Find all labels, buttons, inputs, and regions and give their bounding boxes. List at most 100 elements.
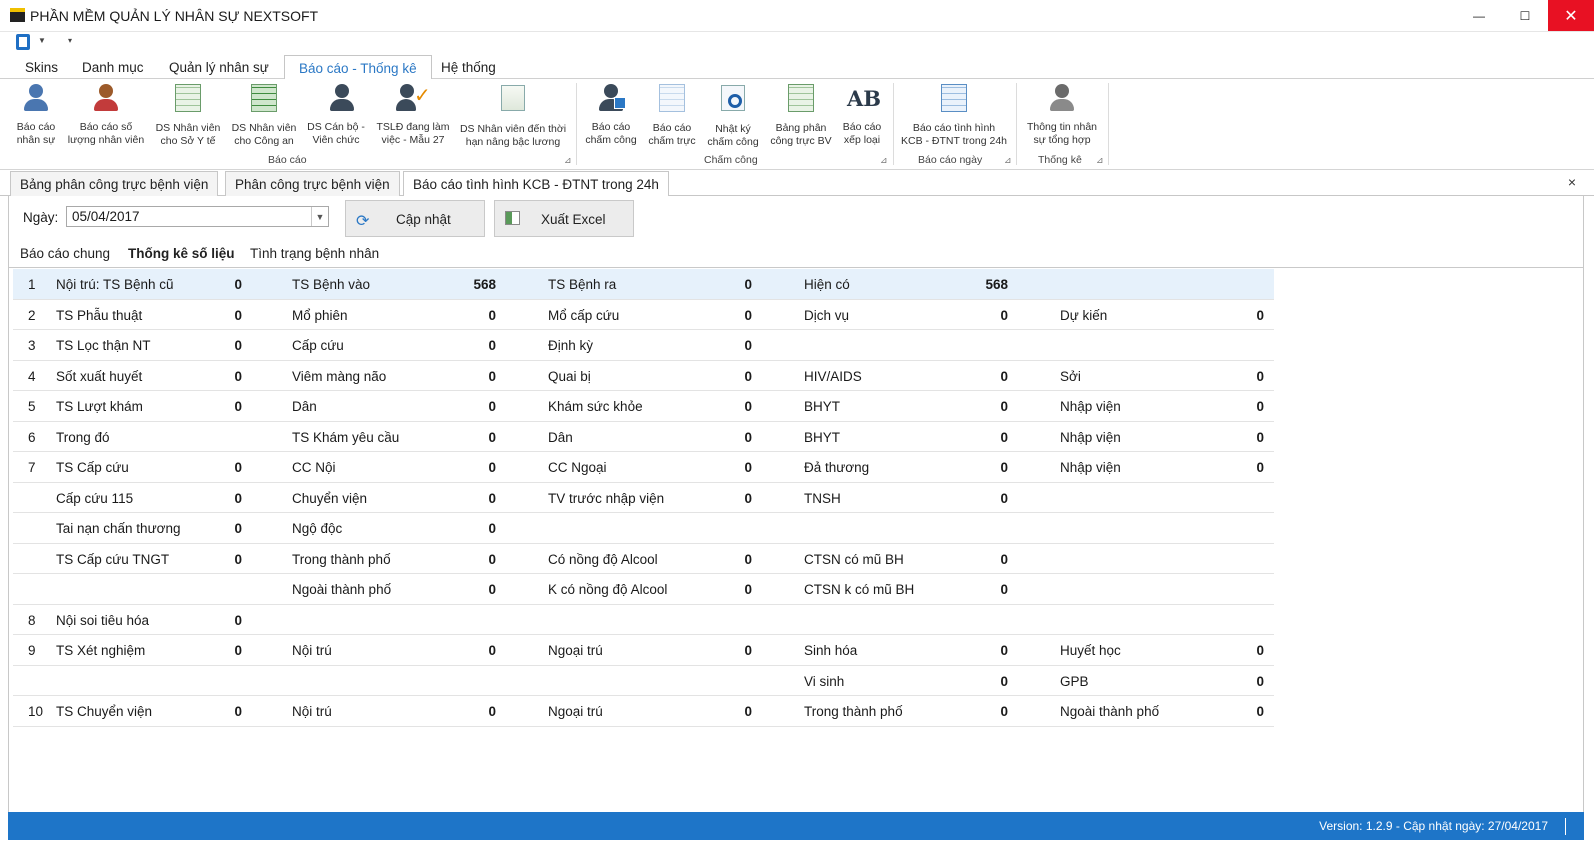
- row-number: 8: [28, 612, 36, 628]
- table-row[interactable]: 6 Trong đó TS Khám yêu cầu 0 Dân 0 BHYT 0 Nhập v…: [13, 422, 1274, 452]
- tab-quan-ly-nhan-su[interactable]: Quản lý nhân sự: [155, 55, 283, 80]
- table-row[interactable]: 4 Sốt xuất huyết 0 Viêm màng não 0 Quai bị 0 HI…: [13, 361, 1274, 391]
- date-label: Ngày:: [23, 210, 59, 225]
- table-row[interactable]: Ngoài thành phố 0 K có nồng độ Alcool 0 CTSN…: [13, 574, 1274, 605]
- cell-value: 0: [744, 582, 752, 597]
- bao-cao-xep-loai-button[interactable]: AB Báo cáo xếp loại: [836, 83, 888, 153]
- bao-cao-kcb-dtnt-button[interactable]: Báo cáo tình hình KCB - ĐTNT trong 24h: [898, 83, 1010, 153]
- tab-he-thong[interactable]: Hệ thống: [427, 55, 510, 80]
- close-tab-icon[interactable]: ×: [1568, 174, 1576, 190]
- update-button[interactable]: ⟳ Cập nhật: [345, 200, 485, 237]
- bao-cao-so-luong-button[interactable]: Báo cáo số lượng nhân viên: [66, 83, 146, 153]
- cell-label: Có nồng độ Alcool: [548, 551, 658, 567]
- tsld-mau-27-button[interactable]: ✓ TSLĐ đang làm việc - Mẫu 27: [374, 83, 452, 153]
- table-row[interactable]: 7 TS Cấp cứu 0 CC Nội 0 CC Ngoại 0 Đả thương 0 Nh…: [13, 452, 1274, 483]
- thong-tin-nhan-su-tong-hop-button[interactable]: Thông tin nhân sự tổng hợp: [1022, 83, 1102, 153]
- table-row[interactable]: 9 TS Xét nghiệm 0 Nội trú 0 Ngoại trú 0 Sinh hó…: [13, 635, 1274, 666]
- cell-label: Hiện có: [804, 277, 850, 292]
- group-thong-ke-launcher-icon[interactable]: ⊿: [1096, 155, 1104, 166]
- table-row[interactable]: 5 TS Lượt khám 0 Dân 0 Khám sức khỏe 0 BHYT 0 Nhậ…: [13, 391, 1274, 422]
- table-row[interactable]: 1 Nội trú: TS Bệnh cũ 0 TS Bệnh vào 568 TS Bệ…: [13, 269, 1274, 300]
- cell-label: TNSH: [804, 490, 841, 506]
- table-row[interactable]: 3 TS Lọc thận NT 0 Cấp cứu 0 Định kỳ 0: [13, 330, 1274, 361]
- cell-value: 0: [1256, 460, 1264, 475]
- group-cham-cong-launcher-icon[interactable]: ⊿: [880, 155, 888, 166]
- ds-nhan-vien-cong-an-button[interactable]: DS Nhân viên cho Công an: [228, 83, 300, 153]
- cell-value: 0: [1256, 368, 1264, 384]
- ds-nhan-vien-so-y-te-button[interactable]: DS Nhân viên cho Sở Y tế: [152, 83, 224, 153]
- cell-value: 0: [1256, 673, 1264, 689]
- app-icon: [10, 8, 25, 22]
- report-panel: Ngày: 05/04/2017 ▼ ⟳ Cập nhật Xuất Excel…: [8, 196, 1584, 812]
- status-bar: Version: 1.2.9 - Cập nhật ngày: 27/04/20…: [8, 812, 1584, 840]
- subtab-bao-cao-chung[interactable]: Báo cáo chung: [20, 246, 110, 261]
- cell-value: 0: [1256, 399, 1264, 414]
- staff-summary-icon: [1047, 83, 1077, 113]
- ds-nang-bac-luong-button[interactable]: DS Nhân viên đến thời hạn nâng bậc lương: [456, 83, 570, 153]
- doc-tab-bao-cao-kcb[interactable]: Báo cáo tình hình KCB - ĐTNT trong 24h: [403, 171, 669, 198]
- statistics-table: 1 Nội trú: TS Bệnh cũ 0 TS Bệnh vào 568 TS Bệ…: [13, 269, 1274, 727]
- row-number: 5: [28, 399, 36, 414]
- tab-danh-muc[interactable]: Danh mục: [68, 55, 158, 80]
- cell-value: 0: [1000, 551, 1008, 567]
- cell-value: 0: [1000, 429, 1008, 445]
- bao-cao-nhan-su-button[interactable]: Báo cáo nhân sự: [6, 83, 66, 153]
- bang-phan-cong-truc-button[interactable]: Bảng phân công trực BV: [770, 83, 832, 153]
- cell-label: GPB: [1060, 673, 1089, 689]
- table-row[interactable]: 10 TS Chuyển viện 0 Nội trú 0 Ngoại trú 0 Trong…: [13, 696, 1274, 727]
- cell-value: 0: [488, 368, 496, 384]
- app-menu-caret-icon[interactable]: ▼: [38, 36, 46, 45]
- cell-label: TV trước nhập viện: [548, 490, 665, 506]
- cell-value: 0: [1256, 429, 1264, 445]
- nhat-ky-cham-cong-button[interactable]: Nhật ký chấm công: [704, 83, 762, 153]
- cell-label: Sốt xuất huyết: [56, 368, 143, 384]
- cell-value: 0: [1000, 582, 1008, 597]
- export-excel-button[interactable]: Xuất Excel: [494, 200, 634, 237]
- ribbon-separator: [1016, 83, 1017, 165]
- cell-value: 0: [234, 399, 242, 414]
- subtab-tinh-trang-benh-nhan[interactable]: Tình trạng bệnh nhân: [250, 246, 379, 261]
- cell-value: 0: [488, 460, 496, 475]
- group-cham-cong-label: Chấm công: [704, 154, 758, 166]
- ribbon: Báo cáo nhân sự Báo cáo số lượng nhân vi…: [0, 79, 1594, 170]
- cell-label: Nhập viện: [1060, 399, 1121, 414]
- doc-tab-bang-phan-cong-truc[interactable]: Bảng phân công trực bệnh viện: [10, 171, 219, 197]
- maximize-button[interactable]: ☐: [1502, 0, 1548, 31]
- cell-label: Sinh hóa: [804, 643, 858, 658]
- ds-can-bo-vien-chuc-button[interactable]: DS Cán bộ - Viên chức: [302, 83, 370, 153]
- group-bao-cao-launcher-icon[interactable]: ⊿: [564, 155, 572, 166]
- staff-count-icon: [91, 83, 121, 113]
- quick-access-toolbar: ▼ ▾: [0, 32, 1594, 54]
- group-bao-cao-ngay-label: Báo cáo ngày: [918, 154, 983, 166]
- doc-tab-phan-cong-truc[interactable]: Phân công trực bệnh viện: [225, 171, 400, 197]
- customize-toolbar-icon[interactable]: ▾: [68, 36, 72, 45]
- cell-label: TS Xét nghiệm: [56, 643, 146, 658]
- cell-value: 0: [488, 399, 496, 414]
- cell-label: Dịch vụ: [804, 307, 850, 323]
- tab-bao-cao-thong-ke[interactable]: Báo cáo - Thống kê: [284, 55, 432, 80]
- table-row[interactable]: Vi sinh 0 GPB 0: [13, 666, 1274, 696]
- refresh-icon: ⟳: [356, 213, 370, 230]
- cell-label: K có nồng độ Alcool: [548, 582, 668, 597]
- calendar-grid-icon: [657, 84, 687, 114]
- bao-cao-cham-cong-button[interactable]: Báo cáo chấm công: [582, 83, 640, 153]
- ribbon-separator: [893, 83, 894, 165]
- cell-value: 568: [473, 277, 496, 292]
- table-row[interactable]: TS Cấp cứu TNGT 0 Trong thành phố 0 Có nồng …: [13, 544, 1274, 574]
- date-picker[interactable]: 05/04/2017 ▼: [66, 206, 329, 227]
- tab-skins[interactable]: Skins: [11, 55, 72, 80]
- office-logo-icon[interactable]: [16, 34, 30, 50]
- table-row[interactable]: Cấp cứu 115 0 Chuyển viện 0 TV trước nhập vi…: [13, 483, 1274, 513]
- minimize-button[interactable]: —: [1456, 0, 1502, 31]
- table-row[interactable]: 2 TS Phẫu thuật 0 Mổ phiên 0 Mổ cấp cứu 0 Dịch …: [13, 300, 1274, 330]
- attendance-report-icon: [596, 83, 626, 113]
- subtab-thong-ke-so-lieu[interactable]: Thống kê số liệu: [128, 246, 235, 261]
- cell-value: 0: [488, 521, 496, 536]
- chevron-down-icon[interactable]: ▼: [311, 207, 328, 226]
- bao-cao-cham-truc-button[interactable]: Báo cáo chấm trực: [644, 83, 700, 153]
- cell-label: Khám sức khỏe: [548, 399, 643, 414]
- close-window-button[interactable]: ✕: [1548, 0, 1594, 31]
- table-row[interactable]: Tai nạn chấn thương 0 Ngộ độc 0: [13, 513, 1274, 544]
- group-bao-cao-ngay-launcher-icon[interactable]: ⊿: [1004, 155, 1012, 166]
- table-row[interactable]: 8 Nội soi tiêu hóa 0: [13, 605, 1274, 635]
